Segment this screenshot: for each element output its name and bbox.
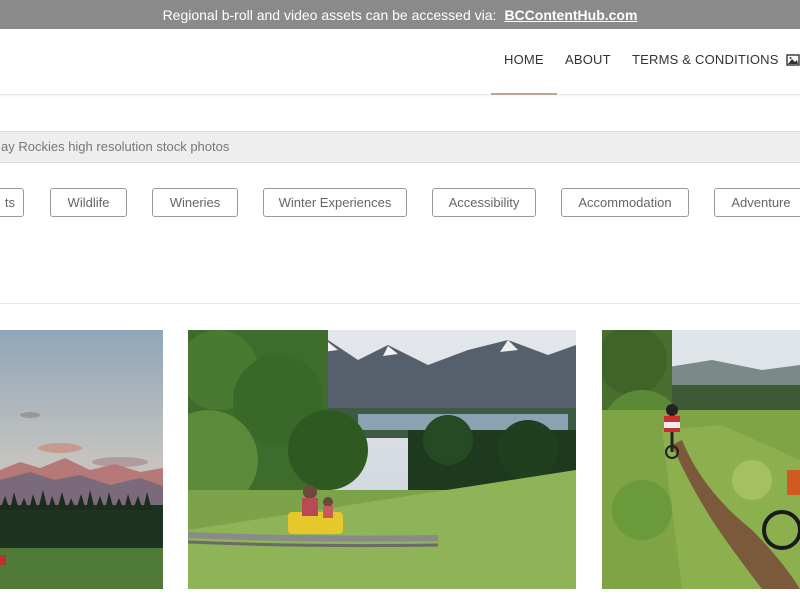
photo-alpine-coaster[interactable]	[188, 330, 576, 589]
top-banner: Regional b-roll and video assets can be …	[0, 0, 800, 29]
banner-link[interactable]: BCContentHub.com	[504, 7, 637, 23]
nav-terms[interactable]: TERMS & CONDITIONS	[632, 29, 779, 95]
photo-golf-course[interactable]	[0, 330, 163, 589]
nav-about[interactable]: ABOUT	[565, 29, 611, 95]
category-pill-wildlife[interactable]: Wildlife	[50, 188, 127, 217]
photo-mountain-biking[interactable]	[602, 330, 800, 589]
category-pill-wineries[interactable]: Wineries	[152, 188, 238, 217]
category-pill-accommodation[interactable]: Accommodation	[561, 188, 689, 217]
nav-home[interactable]: HOME	[491, 29, 557, 95]
image-icon[interactable]	[786, 53, 800, 67]
section-divider	[0, 303, 800, 304]
category-pill-arts[interactable]: ts	[0, 188, 24, 217]
category-pill-accessibility[interactable]: Accessibility	[432, 188, 536, 217]
site-header: HOME ABOUT TERMS & CONDITIONS	[0, 29, 800, 95]
category-pill-winter-experiences[interactable]: Winter Experiences	[263, 188, 407, 217]
category-pill-adventure[interactable]: Adventure	[714, 188, 800, 217]
banner-text: Regional b-roll and video assets can be …	[162, 6, 497, 23]
search-placeholder: ay Rockies high resolution stock photos	[1, 139, 230, 154]
search-input[interactable]: ay Rockies high resolution stock photos	[0, 131, 800, 163]
